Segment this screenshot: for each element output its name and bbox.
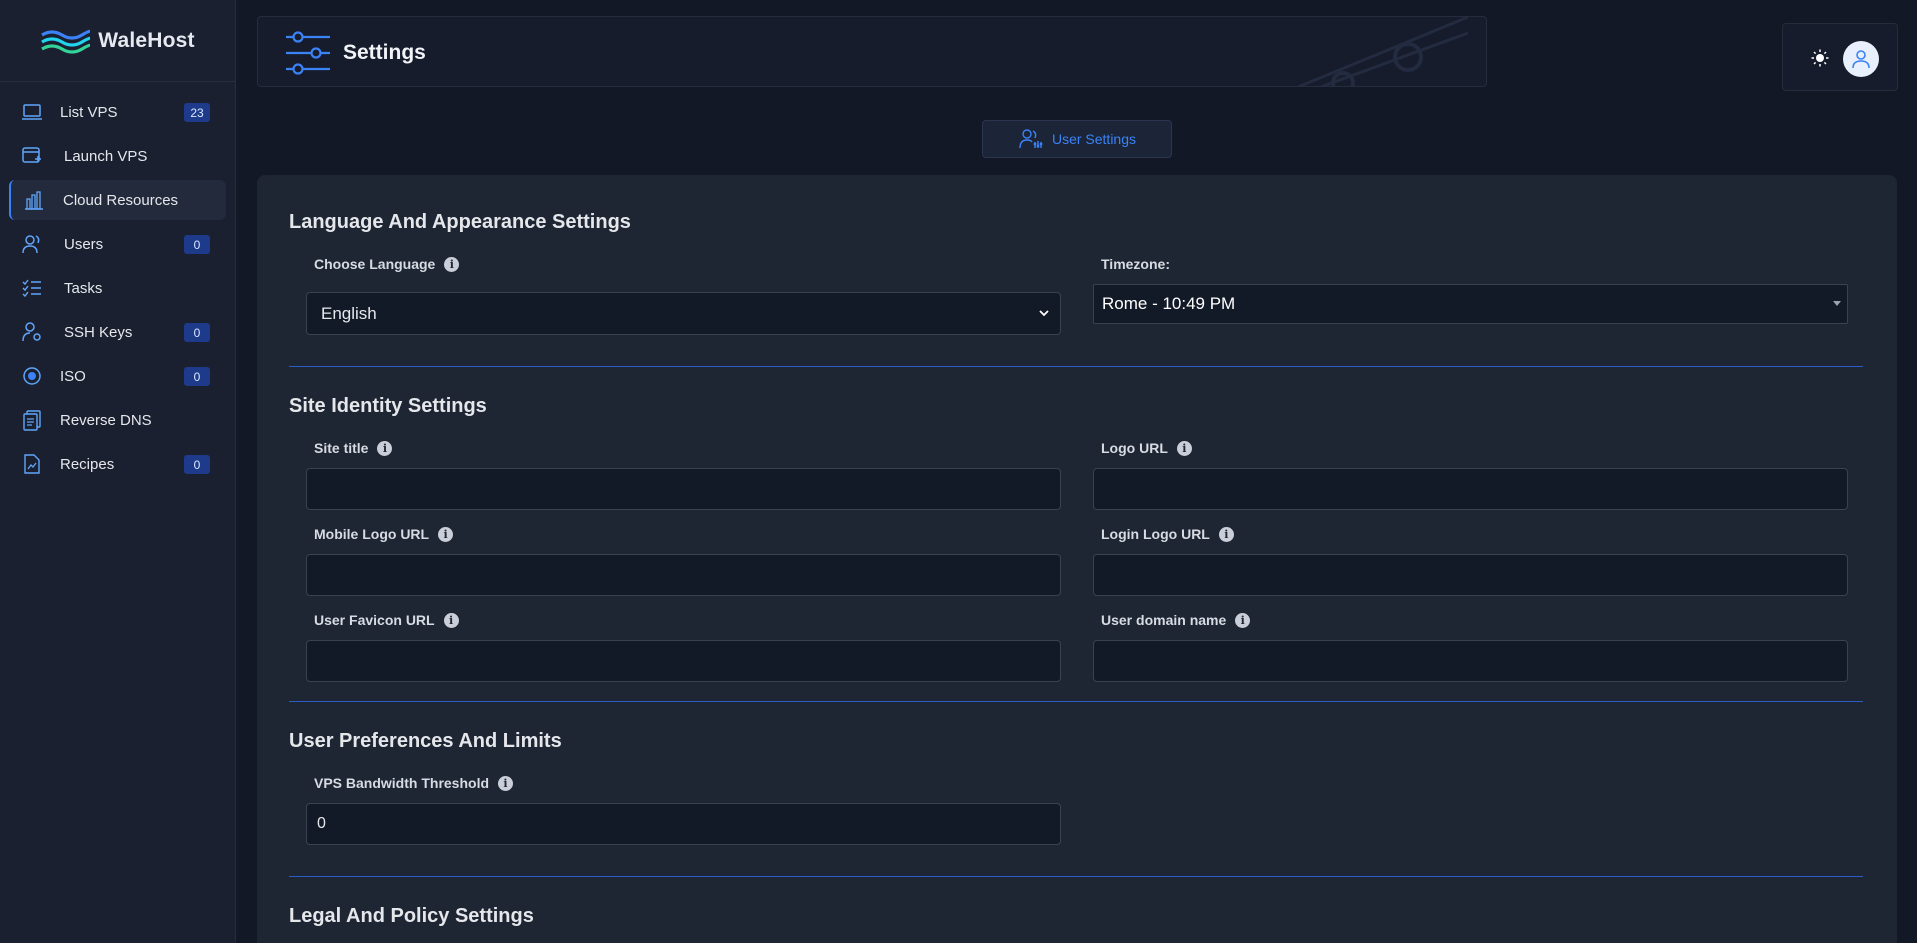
bandwidth-threshold-input[interactable] [306, 803, 1061, 845]
sidebar-item-users[interactable]: Users 0 [9, 224, 226, 264]
brand[interactable]: WaleHost [0, 0, 235, 82]
settings-panel: Language And Appearance Settings Choose … [257, 175, 1897, 943]
site-title-label: Site title i [314, 440, 393, 456]
field-label-text: Site title [314, 440, 369, 456]
language-value: English [321, 303, 377, 323]
field-label-text: Mobile Logo URL [314, 526, 430, 542]
section-title-legal: Legal And Policy Settings [289, 905, 534, 927]
mobile-logo-label: Mobile Logo URL i [314, 526, 454, 542]
info-icon[interactable]: i [498, 775, 514, 791]
timezone-value: Rome - 10:49 PM [1102, 294, 1236, 313]
domain-label: User domain name i [1101, 612, 1251, 628]
bandwidth-label: VPS Bandwidth Threshold i [314, 775, 514, 791]
launch-icon [22, 147, 41, 163]
section-divider [289, 366, 1863, 367]
info-icon[interactable]: i [443, 612, 459, 628]
info-icon[interactable]: i [1218, 526, 1234, 542]
count-badge: 0 [184, 235, 210, 254]
field-label-text: Choose Language [314, 256, 436, 272]
section-title-identity: Site Identity Settings [289, 395, 487, 417]
documents-icon [23, 410, 41, 431]
choose-language-label: Choose Language i [314, 256, 460, 272]
laptop-icon [22, 104, 42, 120]
info-icon[interactable]: i [377, 440, 393, 456]
user-icon [1852, 50, 1870, 69]
sidebar-item-launch-vps[interactable]: Launch VPS [9, 136, 226, 176]
domain-name-input[interactable] [1093, 640, 1848, 682]
sidebar-item-ssh-keys[interactable]: SSH Keys 0 [9, 312, 226, 352]
info-icon[interactable]: i [444, 256, 460, 272]
timezone-select[interactable]: Rome - 10:49 PM [1093, 284, 1848, 324]
sidebar-item-cloud-resources[interactable]: Cloud Resources [9, 180, 226, 220]
favicon-url-input[interactable] [306, 640, 1061, 682]
brand-name: WaleHost [98, 28, 195, 52]
section-title-language: Language And Appearance Settings [289, 211, 631, 233]
avatar[interactable] [1843, 41, 1879, 77]
chevron-down-icon [1039, 310, 1049, 317]
sidebar-item-reverse-dns[interactable]: Reverse DNS [9, 400, 226, 440]
sidebar-item-recipes[interactable]: Recipes 0 [9, 444, 226, 484]
sun-icon[interactable] [1811, 49, 1829, 67]
section-divider [289, 876, 1863, 877]
caret-down-icon [1833, 301, 1841, 306]
logo-url-label: Logo URL i [1101, 440, 1192, 456]
users-icon [22, 235, 40, 254]
sidebar-item-label: Reverse DNS [60, 411, 152, 429]
count-badge: 0 [184, 323, 210, 342]
sidebar-item-label: Users [64, 235, 104, 253]
sidebar-item-label: Tasks [64, 279, 103, 297]
sidebar-item-label: SSH Keys [64, 323, 133, 341]
field-label-text: Login Logo URL [1101, 526, 1210, 542]
sidebar-item-list-vps[interactable]: List VPS 23 [9, 92, 226, 132]
sidebar-item-label: Cloud Resources [63, 191, 179, 209]
page-title: Settings [343, 41, 426, 64]
page-header: Settings [257, 16, 1487, 87]
decorative-sliders-icon [1298, 17, 1468, 86]
user-settings-icon [1019, 129, 1043, 149]
field-label-text: Logo URL [1101, 440, 1168, 456]
sidebar-item-label: Recipes [60, 455, 115, 473]
user-controls [1782, 23, 1898, 91]
file-chart-icon [24, 454, 40, 474]
section-divider [289, 701, 1863, 702]
wave-logo-icon [41, 29, 91, 54]
info-icon[interactable]: i [1235, 612, 1251, 628]
count-badge: 0 [184, 367, 210, 386]
login-logo-url-input[interactable] [1093, 554, 1848, 596]
sidebar-item-label: List VPS [60, 103, 118, 121]
sidebar: WaleHost List VPS 23 Launch VPS Cloud Re… [0, 0, 236, 943]
mobile-logo-url-input[interactable] [306, 554, 1061, 596]
disc-icon [23, 367, 41, 385]
count-badge: 0 [184, 455, 210, 474]
logo-url-input[interactable] [1093, 468, 1848, 510]
sidebar-item-label: ISO [60, 367, 86, 385]
field-label-text: Timezone: [1101, 256, 1170, 272]
sidebar-nav: List VPS 23 Launch VPS Cloud Resources U… [0, 82, 235, 484]
tab-user-settings[interactable]: User Settings [982, 120, 1172, 158]
language-select[interactable]: English [306, 292, 1061, 335]
bar-chart-icon [25, 191, 43, 210]
info-icon[interactable]: i [438, 526, 454, 542]
tab-label: User Settings [1051, 131, 1137, 147]
favicon-label: User Favicon URL i [314, 612, 459, 628]
site-title-input[interactable] [306, 468, 1061, 510]
count-badge: 23 [184, 103, 210, 122]
sidebar-item-label: Launch VPS [64, 147, 148, 165]
field-label-text: VPS Bandwidth Threshold [314, 775, 490, 791]
timezone-label: Timezone: [1101, 256, 1170, 272]
login-logo-label: Login Logo URL i [1101, 526, 1234, 542]
field-label-text: User Favicon URL [314, 612, 435, 628]
sliders-icon [286, 31, 330, 75]
section-title-preferences: User Preferences And Limits [289, 730, 562, 752]
sidebar-item-iso[interactable]: ISO 0 [9, 356, 226, 396]
info-icon[interactable]: i [1176, 440, 1192, 456]
key-user-icon [22, 322, 41, 342]
tasks-icon [22, 279, 41, 298]
field-label-text: User domain name [1101, 612, 1227, 628]
sidebar-item-tasks[interactable]: Tasks [9, 268, 226, 308]
